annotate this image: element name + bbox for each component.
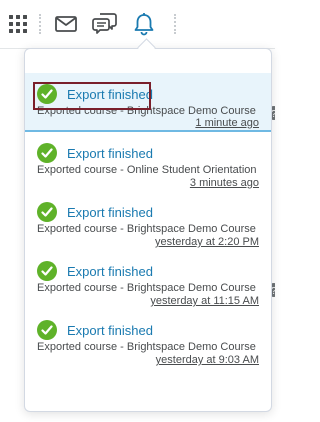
notification-description: Exported course - Online Student Orienta… — [37, 164, 257, 176]
grid-icon[interactable] — [2, 8, 34, 40]
toolbar-divider — [174, 14, 178, 34]
notification-time: yesterday at 9:03 AM — [155, 354, 259, 366]
notification-time: yesterday at 11:15 AM — [150, 295, 259, 307]
notifications-list: Export finished Exported course - Bright… — [25, 73, 271, 368]
bell-icon[interactable] — [128, 8, 160, 40]
notification-title[interactable]: Export finished — [67, 146, 153, 161]
check-circle-icon — [37, 261, 57, 281]
notification-title[interactable]: Export finished — [67, 264, 153, 279]
notification-description: Exported course - Brightspace Demo Cours… — [37, 341, 256, 353]
notification-title[interactable]: Export finished — [67, 205, 153, 220]
mail-icon[interactable] — [50, 8, 82, 40]
notification-header: Export finished — [37, 83, 153, 105]
notification-time: 3 minutes ago — [189, 177, 259, 189]
notification-item[interactable]: Export finished Exported course - Online… — [25, 132, 271, 191]
notification-header: Export finished — [37, 260, 153, 282]
notification-description: Exported course - Brightspace Demo Cours… — [37, 282, 256, 294]
check-circle-icon — [37, 320, 57, 340]
notification-time: 1 minute ago — [195, 117, 259, 129]
notification-item[interactable]: Export finished Exported course - Bright… — [25, 250, 271, 309]
app-stage: ? ? Export finished Exported course - Br… — [0, 0, 275, 422]
notifications-popover: Export finished Exported course - Bright… — [24, 48, 272, 412]
notification-header: Export finished — [37, 201, 153, 223]
notification-item[interactable]: Export finished Exported course - Bright… — [25, 73, 271, 132]
notification-item[interactable]: Export finished Exported course - Bright… — [25, 309, 271, 368]
check-circle-icon — [37, 84, 57, 104]
check-circle-icon — [37, 143, 57, 163]
chat-icon[interactable] — [89, 8, 121, 40]
toolbar-divider — [39, 14, 43, 34]
navbar — [0, 0, 275, 49]
notification-time: yesterday at 2:20 PM — [155, 236, 259, 248]
notification-description: Exported course - Brightspace Demo Cours… — [37, 223, 256, 235]
notification-header: Export finished — [37, 319, 153, 341]
notification-header: Export finished — [37, 142, 153, 164]
notification-item[interactable]: Export finished Exported course - Bright… — [25, 191, 271, 250]
notification-description: Exported course - Brightspace Demo Cours… — [37, 105, 256, 117]
notification-title[interactable]: Export finished — [67, 323, 153, 338]
check-circle-icon — [37, 202, 57, 222]
notification-title[interactable]: Export finished — [67, 87, 153, 102]
